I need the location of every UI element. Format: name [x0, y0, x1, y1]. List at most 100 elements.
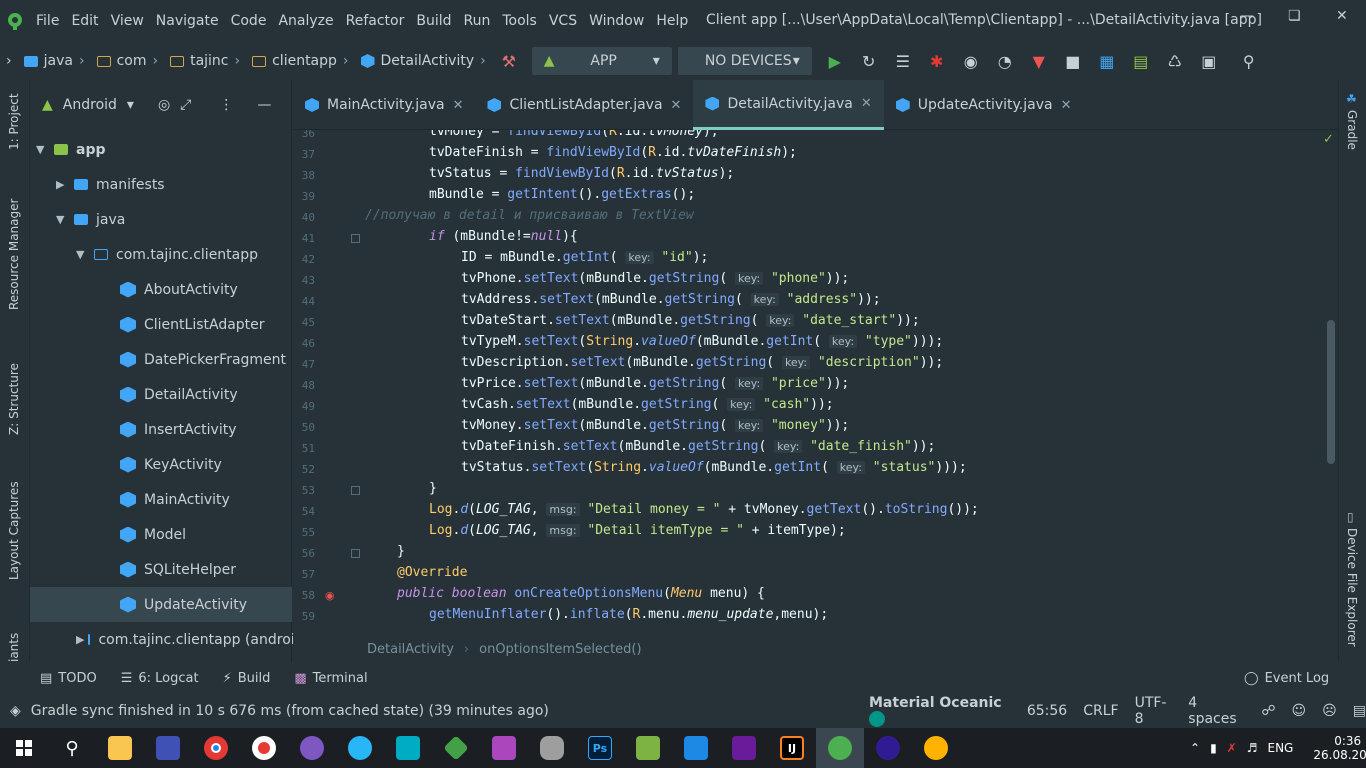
- fold-marker-icon[interactable]: [351, 486, 360, 495]
- code-line[interactable]: }: [397, 544, 405, 559]
- tab-clientlistadapter-java[interactable]: ClientListAdapter.java ✕: [475, 80, 693, 130]
- breadcrumb-com[interactable]: com ›: [91, 53, 165, 69]
- hide-panel-icon[interactable]: —: [257, 97, 271, 113]
- apply-changes-icon[interactable]: ↻: [852, 52, 886, 71]
- device-file-explorer-tool-button[interactable]: Device File Explorer: [1345, 528, 1359, 647]
- menu-vcs[interactable]: VCS: [543, 13, 583, 29]
- run-icon[interactable]: ▶: [818, 52, 852, 71]
- menu-code[interactable]: Code: [225, 13, 273, 29]
- network-off-icon[interactable]: ✗: [1227, 741, 1237, 755]
- tree-item-sqlitehelper[interactable]: SQLiteHelper: [30, 552, 292, 587]
- terminal-icon[interactable]: ▤: [1124, 52, 1158, 71]
- hammer-icon[interactable]: ⚒: [492, 52, 526, 71]
- structure-tool-button[interactable]: Z: Structure: [7, 363, 21, 435]
- profiler-icon[interactable]: ◔: [988, 52, 1022, 71]
- menu-run[interactable]: Run: [458, 13, 497, 29]
- build-tool-button[interactable]: ⚡ Build: [211, 671, 283, 686]
- debug-icon[interactable]: ✱: [920, 52, 954, 71]
- code-line[interactable]: tvDescription.setText(mBundle.getString(…: [461, 355, 943, 370]
- paint-icon[interactable]: [912, 728, 960, 768]
- tab-detailactivity-java[interactable]: DetailActivity.java ✕: [693, 80, 884, 130]
- code-line[interactable]: tvPrice.setText(mBundle.getString( key: …: [461, 376, 849, 391]
- code-line[interactable]: getMenuInflater().inflate(R.menu.menu_up…: [429, 607, 828, 622]
- caret-position[interactable]: 65:56: [1027, 703, 1067, 719]
- github-icon[interactable]: [480, 728, 528, 768]
- chevron-down-icon[interactable]: ▼: [76, 248, 90, 261]
- code-line[interactable]: ID = mBundle.getInt( key: "id");: [461, 250, 708, 265]
- more-options-icon[interactable]: ⋮: [219, 97, 233, 113]
- chevron-right-icon[interactable]: ▶: [76, 633, 84, 646]
- sdk-manager-icon[interactable]: ▣: [1192, 52, 1226, 71]
- close-tab-icon[interactable]: ✕: [1061, 98, 1072, 113]
- menu-analyze[interactable]: Analyze: [272, 13, 339, 29]
- collapse-all-icon[interactable]: ⤢: [180, 97, 191, 113]
- code-line[interactable]: public boolean onCreateOptionsMenu(Menu …: [397, 586, 765, 601]
- locate-file-icon[interactable]: ◎: [158, 97, 170, 113]
- photoshop-icon[interactable]: Ps: [576, 728, 624, 768]
- attach-process-icon[interactable]: ▼: [1022, 52, 1056, 71]
- save-app-icon[interactable]: [144, 728, 192, 768]
- file-explorer-icon[interactable]: [96, 728, 144, 768]
- indent-setting[interactable]: 4 spaces: [1188, 695, 1245, 727]
- tree-item-com-tajinc-clientapp-androidt[interactable]: ▶ com.tajinc.clientapp (androidT: [30, 622, 312, 657]
- menu-refactor[interactable]: Refactor: [340, 13, 411, 29]
- tree-item-clientlistadapter[interactable]: ClientListAdapter: [30, 307, 292, 342]
- code-breadcrumb-class[interactable]: DetailActivity: [367, 642, 454, 657]
- sync-gradle-icon[interactable]: ♺: [1158, 52, 1192, 71]
- menu-view[interactable]: View: [105, 13, 150, 29]
- code-line[interactable]: tvCash.setText(mBundle.getString( key: "…: [461, 397, 834, 412]
- code-line[interactable]: tvTypeM.setText (String.valueOf(mBundle.g…: [461, 334, 943, 349]
- code-line[interactable]: Log.d(LOG_TAG, msg: "Detail itemType = "…: [429, 523, 846, 538]
- chevron-down-icon[interactable]: ▾: [127, 97, 134, 113]
- git-icon[interactable]: [432, 728, 480, 768]
- telegram-icon[interactable]: [336, 728, 384, 768]
- search-icon[interactable]: ⚲: [1232, 52, 1266, 71]
- viber-icon[interactable]: [288, 728, 336, 768]
- lock-icon[interactable]: ☍: [1261, 703, 1275, 719]
- logcat-tool-button[interactable]: ☰ 6: Logcat: [109, 671, 211, 686]
- tree-item-updateactivity[interactable]: UpdateActivity: [30, 587, 292, 622]
- tree-item-app[interactable]: ▼ app: [30, 132, 292, 167]
- volume-icon[interactable]: ♬: [1247, 741, 1258, 755]
- project-structure-icon[interactable]: ▦: [1090, 52, 1124, 71]
- code-line[interactable]: tvAddress.setText(mBundle.getString( key…: [461, 292, 881, 307]
- screenshot-app-icon[interactable]: [384, 728, 432, 768]
- code-line[interactable]: tvStatus.setText(String.valueOf(mBundle.…: [461, 460, 967, 475]
- obs-icon[interactable]: [864, 728, 912, 768]
- tray-chevron-up-icon[interactable]: ⌃: [1190, 741, 1200, 755]
- tab-mainactivity-java[interactable]: MainActivity.java ✕: [293, 80, 475, 130]
- override-marker-icon[interactable]: ◉: [325, 589, 335, 602]
- tree-item-insertactivity[interactable]: InsertActivity: [30, 412, 292, 447]
- code-editor[interactable]: 36 37 38 39 40 41 42 43 44 45 46 47 48 49 50 51 52 53 54 55…: [293, 130, 1338, 636]
- terminal-tool-button[interactable]: ▩ Terminal: [282, 671, 379, 686]
- file-encoding[interactable]: UTF-8: [1135, 695, 1173, 727]
- tree-item-datepickerfragment[interactable]: DatePickerFragment: [30, 342, 292, 377]
- frown-icon[interactable]: ☹: [1322, 703, 1337, 719]
- code-line[interactable]: tvDateFinish.setText(mBundle.getString( …: [461, 439, 935, 454]
- breadcrumb-clientapp[interactable]: clientapp ›: [246, 53, 354, 69]
- tree-item-detailactivity[interactable]: DetailActivity: [30, 377, 292, 412]
- minimize-icon[interactable]: —: [1240, 8, 1254, 24]
- tree-item-com-tajinc-clientapp[interactable]: ▼ com.tajinc.clientapp: [30, 237, 292, 272]
- vscode-icon[interactable]: [672, 728, 720, 768]
- todo-tool-button[interactable]: ▤ TODO: [0, 671, 109, 686]
- code-line[interactable]: }: [429, 481, 437, 496]
- layers-icon[interactable]: ◈: [0, 703, 31, 719]
- code-line[interactable]: tvDateFinish = findViewById(R.id.tvDateF…: [429, 145, 797, 160]
- menu-window[interactable]: Window: [583, 13, 650, 29]
- clock[interactable]: 0:36 26.08.2020: [1313, 734, 1366, 762]
- chevron-down-icon[interactable]: ▼: [36, 143, 50, 156]
- search-icon[interactable]: ⚲: [48, 728, 96, 768]
- memory-icon[interactable]: ▤: [1353, 703, 1366, 719]
- breadcrumb-detailactivity[interactable]: DetailActivity ›: [355, 53, 492, 69]
- close-tab-icon[interactable]: ✕: [453, 98, 464, 113]
- tree-item-mainactivity[interactable]: MainActivity: [30, 482, 292, 517]
- code-line[interactable]: @Override: [397, 565, 467, 580]
- code-line[interactable]: mBundle = getIntent().getExtras();: [429, 187, 695, 202]
- code-line[interactable]: tvMoney.setText(mBundle.getString( key: …: [461, 418, 849, 433]
- line-separator[interactable]: CRLF: [1083, 703, 1118, 719]
- chevron-right-icon[interactable]: ▶: [56, 178, 70, 191]
- build-variants-tool-button[interactable]: iants: [7, 633, 21, 662]
- code-line[interactable]: if (mBundle!=null){: [429, 229, 578, 244]
- menu-navigate[interactable]: Navigate: [150, 13, 225, 29]
